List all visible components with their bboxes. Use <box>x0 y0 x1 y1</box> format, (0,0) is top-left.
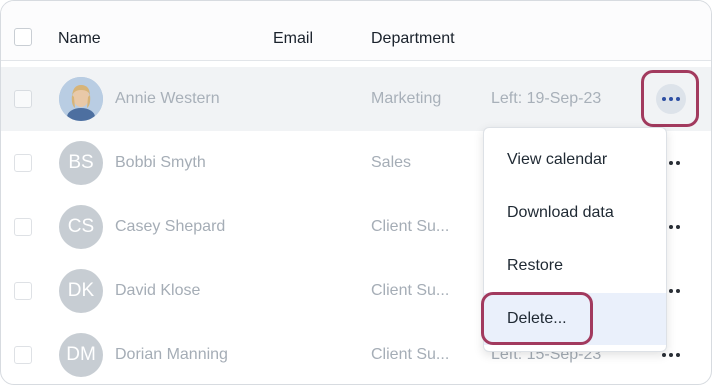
row-checkbox[interactable] <box>14 346 32 364</box>
row-checkbox[interactable] <box>14 154 32 172</box>
more-horizontal-icon <box>662 353 680 357</box>
user-department: Client Su... <box>371 346 450 363</box>
user-status: Left: 19-Sep-23 <box>491 90 602 107</box>
header-divider <box>1 60 711 61</box>
menu-item-delete[interactable]: Delete... <box>484 293 666 345</box>
row-checkbox[interactable] <box>14 90 32 108</box>
avatar <box>59 77 103 121</box>
user-name: Casey Shepard <box>115 218 226 235</box>
menu-item-view-calendar[interactable]: View calendar <box>484 134 666 186</box>
user-department: Client Su... <box>371 282 450 299</box>
user-department: Client Su... <box>371 218 450 235</box>
column-header-email[interactable]: Email <box>273 30 313 48</box>
avatar-photo <box>59 77 103 121</box>
table-row[interactable]: Annie Western Marketing Left: 19-Sep-23 <box>1 67 711 131</box>
row-more-button[interactable] <box>656 84 686 114</box>
menu-item-download-data[interactable]: Download data <box>484 187 666 239</box>
select-all-checkbox[interactable] <box>14 28 32 46</box>
column-header-department[interactable]: Department <box>371 30 455 48</box>
row-actions-menu: View calendar Download data Restore Dele… <box>483 127 667 352</box>
users-table-card: Name Email Department Annie Western Mark… <box>0 0 712 385</box>
avatar: CS <box>59 205 103 249</box>
user-name: David Klose <box>115 282 201 299</box>
menu-item-restore[interactable]: Restore <box>484 240 666 292</box>
avatar: DK <box>59 269 103 313</box>
user-department: Marketing <box>371 90 442 107</box>
avatar: BS <box>59 141 103 185</box>
user-department: Sales <box>371 154 412 171</box>
column-header-name[interactable]: Name <box>58 30 101 48</box>
row-checkbox[interactable] <box>14 282 32 300</box>
user-name: Dorian Manning <box>115 346 228 363</box>
user-name: Annie Western <box>115 90 220 107</box>
user-name: Bobbi Smyth <box>115 154 206 171</box>
table-header: Name Email Department <box>1 1 711 61</box>
row-checkbox[interactable] <box>14 218 32 236</box>
avatar: DM <box>59 333 103 377</box>
more-horizontal-icon <box>662 97 680 101</box>
